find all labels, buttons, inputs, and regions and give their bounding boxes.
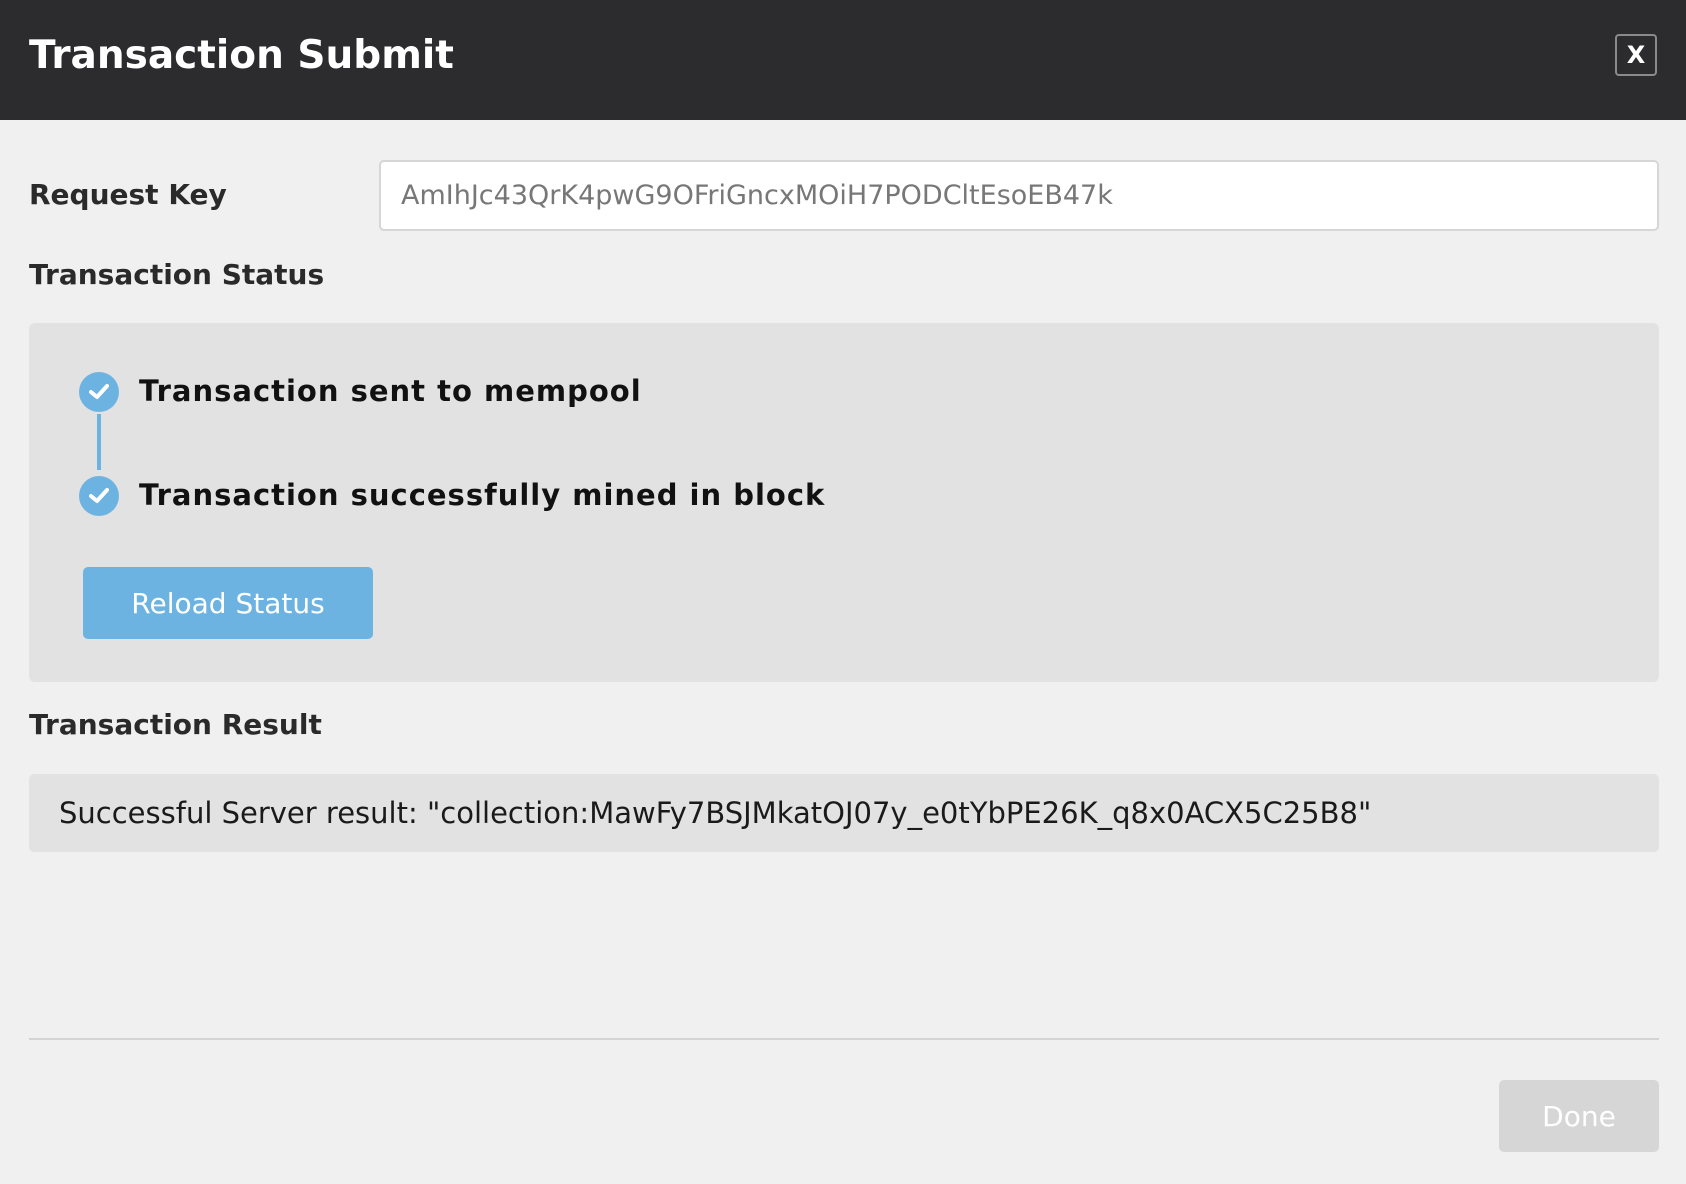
request-key-input[interactable] xyxy=(379,160,1659,231)
done-button[interactable]: Done xyxy=(1499,1080,1659,1152)
status-step-mined-in-block: Transaction successfully mined in block xyxy=(139,478,826,512)
result-box: Successful Server result: "collection:Ma… xyxy=(29,774,1659,852)
check-circle-icon xyxy=(79,372,119,412)
step-connector xyxy=(97,414,101,470)
footer-divider xyxy=(29,1038,1659,1040)
close-button[interactable]: X xyxy=(1615,34,1657,76)
reload-status-button[interactable]: Reload Status xyxy=(83,567,373,639)
transaction-result-heading: Transaction Result xyxy=(29,708,322,741)
status-step-sent-to-mempool: Transaction sent to mempool xyxy=(139,374,642,408)
check-circle-icon xyxy=(79,476,119,516)
transaction-status-heading: Transaction Status xyxy=(29,258,325,291)
request-key-label: Request Key xyxy=(29,178,227,211)
result-text: Successful Server result: "collection:Ma… xyxy=(59,796,1372,830)
modal-header: Transaction Submit X xyxy=(0,0,1686,120)
modal-title: Transaction Submit xyxy=(29,33,454,78)
